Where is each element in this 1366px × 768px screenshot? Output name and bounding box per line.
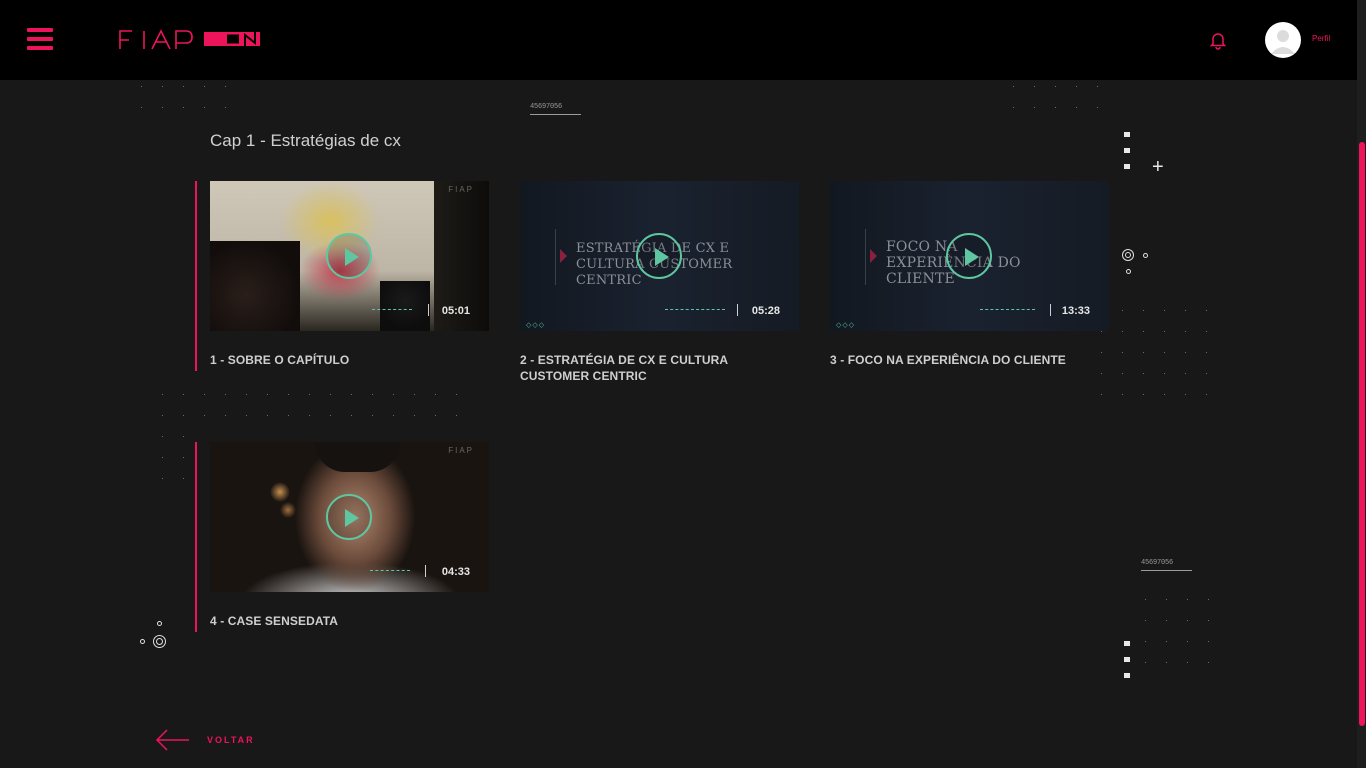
slide-arrow-icon — [870, 249, 877, 263]
progress-dashes — [665, 309, 725, 310]
dot-grid-decoration — [141, 86, 246, 108]
video-title[interactable]: 2 - ESTRATÉGIA DE CX E CULTURA CUSTOMER … — [520, 352, 800, 384]
fiap-watermark: FIAP — [448, 185, 474, 194]
back-label: VOLTAR — [207, 735, 255, 745]
back-button[interactable]: VOLTAR — [155, 728, 255, 752]
code-decoration: 45697056 — [1141, 559, 1192, 571]
progress-dashes — [370, 570, 410, 571]
square-decoration — [1124, 148, 1130, 153]
circle-decoration — [157, 621, 162, 626]
video-card[interactable]: FIAP 05:01 1 - SOBRE O CAPÍTULO — [195, 181, 490, 371]
play-icon[interactable] — [326, 494, 372, 540]
video-card[interactable]: FIAP 04:33 4 - CASE SENSEDATA — [195, 442, 490, 632]
video-title[interactable]: 1 - SOBRE O CAPÍTULO — [210, 352, 490, 368]
audience-silhouette — [380, 281, 430, 331]
scrollbar-thumb[interactable] — [1359, 142, 1365, 726]
play-icon[interactable] — [326, 233, 372, 279]
circle-decoration — [1126, 269, 1131, 274]
card-accent-bar — [195, 442, 197, 632]
slide-marker: ◇◇◇ — [836, 322, 856, 329]
profile-link[interactable]: Perfil — [1312, 34, 1330, 43]
dot-grid-decoration — [1101, 310, 1227, 395]
code-decoration: 45697056 — [530, 103, 581, 115]
square-decoration — [1124, 657, 1130, 662]
arrow-left-icon — [155, 729, 189, 751]
notification-bell-icon[interactable] — [1208, 30, 1228, 50]
duration-separator — [1050, 304, 1051, 316]
play-icon[interactable] — [636, 233, 682, 279]
user-avatar[interactable] — [1265, 22, 1301, 58]
square-decoration — [1124, 641, 1130, 646]
video-thumbnail[interactable]: FIAP 04:33 — [210, 442, 489, 592]
slide-divider — [555, 229, 556, 285]
video-card[interactable]: FOCO NA EXPERIÊNCIA DO CLIENTE ◇◇◇ 13:33… — [830, 181, 1110, 368]
slide-marker: ◇◇◇ — [526, 322, 546, 329]
hamburger-menu-icon[interactable] — [27, 28, 53, 52]
chapter-title: Cap 1 - Estratégias de cx — [210, 131, 401, 150]
fiap-on-logo[interactable] — [118, 29, 262, 51]
video-thumbnail[interactable]: FIAP 05:01 — [210, 181, 489, 331]
dot-grid-decoration — [162, 457, 204, 479]
video-thumbnail[interactable]: ESTRATÉGIA DE CX E CULTURA CUSTOMER CENT… — [520, 181, 799, 331]
duration-separator — [425, 565, 426, 577]
video-title[interactable]: 4 - CASE SENSEDATA — [210, 613, 490, 629]
duration-separator — [428, 304, 429, 316]
video-title[interactable]: 3 - FOCO NA EXPERIÊNCIA DO CLIENTE — [830, 352, 1110, 368]
video-duration: 13:33 — [1061, 305, 1090, 317]
card-accent-bar — [195, 181, 197, 371]
dot-grid-decoration — [1145, 599, 1229, 663]
video-duration: 05:28 — [751, 305, 780, 317]
video-duration: 04:33 — [441, 566, 470, 578]
slide-text: ESTRATÉGIA DE CX E CULTURA CUSTOMER CENT… — [576, 241, 733, 288]
play-icon[interactable] — [946, 233, 992, 279]
slide-divider — [865, 229, 866, 285]
circle-decoration — [140, 639, 145, 644]
audience-silhouette — [210, 241, 300, 331]
video-duration: 05:01 — [441, 305, 470, 317]
square-decoration — [1124, 673, 1130, 678]
duration-separator — [737, 304, 738, 316]
video-card[interactable]: ESTRATÉGIA DE CX E CULTURA CUSTOMER CENT… — [520, 181, 800, 384]
circle-decoration — [156, 638, 163, 645]
progress-dashes — [980, 309, 1035, 310]
progress-dashes — [372, 309, 412, 310]
video-thumbnail[interactable]: FOCO NA EXPERIÊNCIA DO CLIENTE ◇◇◇ 13:33 — [830, 181, 1109, 331]
square-decoration — [1124, 132, 1130, 137]
slide-arrow-icon — [560, 249, 567, 263]
circle-decoration — [1125, 252, 1131, 258]
dot-grid-decoration — [162, 394, 477, 437]
fiap-watermark: FIAP — [448, 446, 474, 455]
circle-decoration — [1143, 253, 1148, 258]
plus-decoration-icon: + — [1152, 156, 1164, 178]
top-navigation-bar: Perfil — [0, 0, 1357, 80]
dot-grid-decoration — [1013, 86, 1118, 108]
square-decoration — [1124, 164, 1130, 169]
